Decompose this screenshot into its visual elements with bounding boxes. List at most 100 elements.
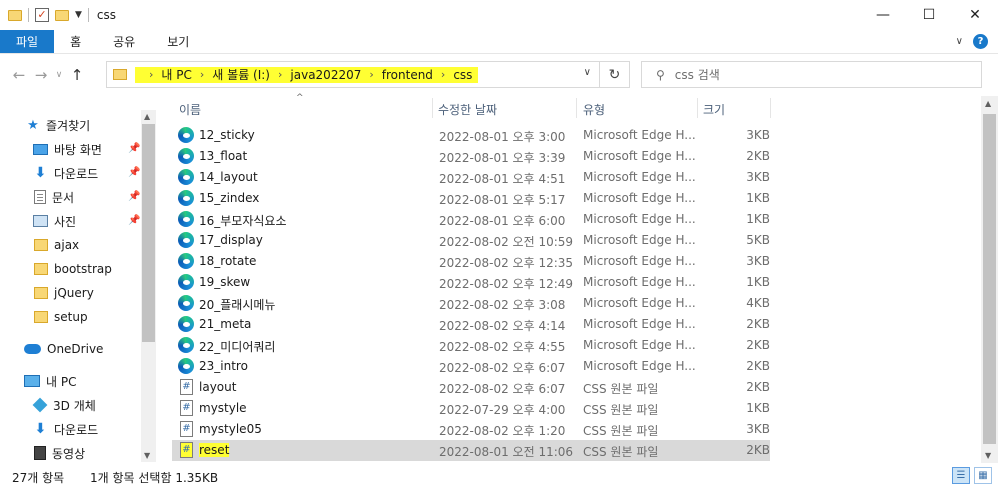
recent-locations-icon[interactable]: ∨ [52,70,66,80]
pin-icon[interactable]: 📌 [128,191,140,202]
column-header-date[interactable]: 수정한 날짜 [438,101,497,118]
scrollbar-thumb[interactable] [142,124,155,342]
sidebar-item-onedrive[interactable]: OneDrive [24,338,103,360]
sidebar-item-documents[interactable]: 문서 [34,186,74,208]
file-list-scrollbar[interactable]: ▲ ▼ [981,96,998,463]
tab-view[interactable]: 보기 [151,30,205,53]
minimize-button[interactable]: — [860,0,906,30]
sidebar-item-bootstrap[interactable]: bootstrap [34,258,112,280]
breadcrumb-java202207[interactable]: java202207 [290,68,361,82]
column-divider[interactable] [770,98,771,118]
file-type: Microsoft Edge H... [583,170,696,184]
tab-home[interactable]: 홈 [54,30,97,53]
file-name: 22_미디어쿼리 [199,340,276,354]
file-row[interactable]: 15_zindex 2022-08-01 오후 5:17 Microsoft Edg… [172,188,770,209]
maximize-button[interactable]: ☐ [906,0,952,30]
customize-toolbar-icon[interactable]: ▼ [75,10,82,20]
file-size: 2KB [746,149,770,163]
refresh-button[interactable]: ↻ [600,61,630,88]
chevron-right-icon[interactable]: › [278,68,282,81]
file-name: 15_zindex [199,191,260,205]
scroll-down-icon[interactable]: ▼ [985,451,991,460]
chevron-right-icon[interactable]: › [200,68,204,81]
file-row[interactable]: 23_intro 2022-08-02 오후 6:07 Microsoft Edge… [172,356,770,377]
file-row[interactable]: 14_layout 2022-08-01 오후 4:51 Microsoft Edg… [172,167,770,188]
folder-icon[interactable] [8,9,22,21]
sidebar-item-downloads[interactable]: ⬇ 다운로드 [33,162,99,184]
search-input[interactable] [674,67,955,82]
file-date-modified: 2022-08-02 오후 3:08 [439,298,566,312]
sidebar-item-ajax[interactable]: ajax [34,234,79,256]
sidebar-item-desktop[interactable]: 바탕 화면 [33,138,102,160]
large-icons-view-icon[interactable]: ▦ [974,467,992,484]
file-size: 3KB [746,128,770,142]
sidebar-item-label: 다운로드 [54,422,99,437]
sidebar-item-3d-objects[interactable]: 3D 개체 [32,394,96,416]
close-button[interactable]: ✕ [952,0,998,30]
sidebar-item-setup[interactable]: setup [34,306,88,328]
sidebar-item-downloads-pc[interactable]: ⬇ 다운로드 [33,418,99,440]
pc-icon [24,375,40,387]
breadcrumb-my-pc[interactable]: 내 PC [161,66,191,83]
sidebar-item-this-pc[interactable]: 내 PC [24,370,76,392]
file-type: CSS 원본 파일 [583,445,659,459]
file-row[interactable]: 21_meta 2022-08-02 오후 4:14 Microsoft Edge … [172,314,770,335]
file-row[interactable]: 12_sticky 2022-08-01 오후 3:00 Microsoft Edg… [172,125,770,146]
file-row[interactable]: # layout 2022-08-02 오후 6:07 CSS 원본 파일 2KB [172,377,770,398]
breadcrumb-frontend[interactable]: frontend [382,68,433,82]
sidebar-item-videos[interactable]: 동영상 [34,442,85,462]
breadcrumb-volume[interactable]: 새 볼륨 (I:) [212,66,270,83]
pin-icon[interactable]: 📌 [128,167,140,178]
column-header-type[interactable]: 유형 [583,101,605,118]
breadcrumb-css[interactable]: css [453,68,472,82]
search-box[interactable]: ⚲ [641,61,982,88]
file-type: CSS 원본 파일 [583,403,659,417]
edge-html-icon [178,169,194,185]
column-headers: ^ 이름 수정한 날짜 유형 크기 [172,93,980,120]
tab-file[interactable]: 파일 [0,30,55,53]
help-icon[interactable]: ? [973,34,988,49]
forward-icon[interactable]: → [30,66,52,84]
column-divider[interactable] [432,98,433,118]
new-folder-icon[interactable] [55,9,69,21]
column-divider[interactable] [697,98,698,118]
file-row[interactable]: # reset 2022-08-01 오전 11:06 CSS 원본 파일 2KB [172,440,770,461]
file-row[interactable]: # mystyle05 2022-08-02 오후 1:20 CSS 원본 파일 3KB [172,419,770,440]
expand-ribbon-icon[interactable]: ∨ [956,36,963,47]
sidebar-item-pictures[interactable]: 사진 [33,210,76,232]
pin-icon[interactable]: 📌 [128,143,140,154]
file-row[interactable]: 18_rotate 2022-08-02 오후 12:35 Microsoft Ed… [172,251,770,272]
tab-share[interactable]: 공유 [97,30,151,53]
file-size: 3KB [746,254,770,268]
file-row[interactable]: 19_skew 2022-08-02 오후 12:49 Microsoft Edge… [172,272,770,293]
file-size: 1KB [746,275,770,289]
file-row[interactable]: 17_display 2022-08-02 오전 10:59 Microsoft E… [172,230,770,251]
chevron-right-icon[interactable]: › [149,68,153,81]
chevron-right-icon[interactable]: › [369,68,373,81]
sidebar-item-label: 바탕 화면 [54,142,102,157]
sidebar-item-jquery[interactable]: jQuery [34,282,94,304]
properties-icon[interactable]: ✓ [35,8,49,22]
up-icon[interactable]: ↑ [66,66,88,84]
scroll-up-icon[interactable]: ▲ [144,112,150,121]
sidebar-scrollbar[interactable]: ▲ ▼ [141,110,156,462]
file-row[interactable]: 22_미디어쿼리 2022-08-02 오후 4:55 Microsoft Edge… [172,335,770,356]
column-header-size[interactable]: 크기 [703,101,725,118]
address-bar[interactable]: › 내 PC › 새 볼륨 (I:) › java202207 › fronte… [106,61,600,88]
chevron-down-icon[interactable]: ∨ [584,67,591,78]
file-name: 18_rotate [199,254,257,268]
column-header-name[interactable]: 이름 [179,101,201,118]
details-view-icon[interactable]: ☰ [952,467,970,484]
scrollbar-thumb[interactable] [983,114,996,444]
back-icon[interactable]: ← [8,66,30,84]
scroll-down-icon[interactable]: ▼ [144,451,150,460]
file-row[interactable]: 20_플래시메뉴 2022-08-02 오후 3:08 Microsoft Edge… [172,293,770,314]
file-row[interactable]: 16_부모자식요소 2022-08-01 오후 6:00 Microsoft Edg… [172,209,770,230]
file-row[interactable]: 13_float 2022-08-01 오후 3:39 Microsoft Edge… [172,146,770,167]
column-divider[interactable] [576,98,577,118]
pin-icon[interactable]: 📌 [128,215,140,226]
scroll-up-icon[interactable]: ▲ [985,99,991,108]
sidebar-item-favorites[interactable]: ★ 즐겨찾기 [26,114,90,136]
chevron-right-icon[interactable]: › [441,68,445,81]
file-row[interactable]: # mystyle 2022-07-29 오후 4:00 CSS 원본 파일 1KB [172,398,770,419]
